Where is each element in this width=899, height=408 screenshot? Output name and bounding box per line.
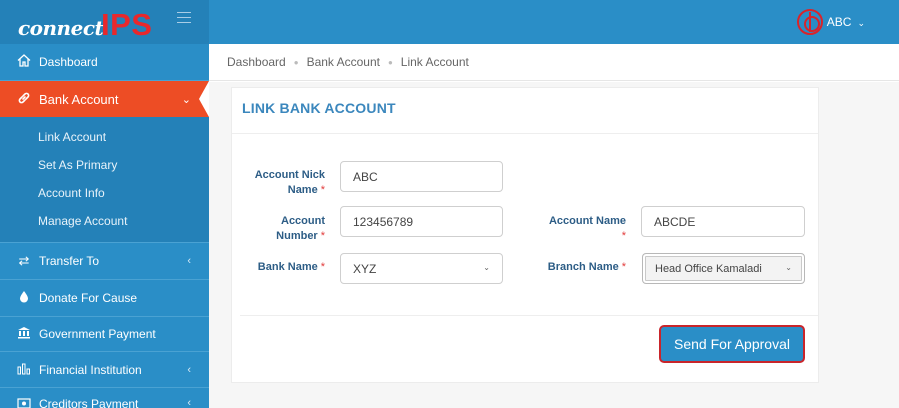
label-line: Branch Name xyxy=(547,261,619,273)
chevron-left-icon: ‹ xyxy=(187,364,191,376)
label-line: Name xyxy=(287,184,318,196)
drop-icon xyxy=(15,290,33,306)
user-menu[interactable]: ABC ⌄ xyxy=(796,9,865,35)
sidebar-item-transfer-to[interactable]: ⇄ Transfer To ‹ xyxy=(0,243,209,279)
label-line: Bank Name xyxy=(257,261,318,273)
submenu-item-link-account[interactable]: Link Account xyxy=(38,130,106,144)
submenu-item-set-as-primary[interactable]: Set As Primary xyxy=(38,158,117,172)
bar-chart-icon xyxy=(15,362,33,378)
bank-building-icon xyxy=(15,326,33,342)
brand-ips-text: IPS xyxy=(101,7,153,42)
input-value: ABC xyxy=(353,169,378,184)
active-indicator xyxy=(199,81,209,117)
account-number-input[interactable]: 123456789 xyxy=(340,206,503,237)
account-name-input[interactable]: ABCDE xyxy=(641,206,805,237)
chevron-left-icon: ‹ xyxy=(187,255,191,267)
breadcrumb-separator: ● xyxy=(293,57,299,67)
input-value: ABCDE xyxy=(654,214,696,229)
panel-footer-divider xyxy=(240,315,818,316)
chevron-down-icon: ⌄ xyxy=(483,263,490,272)
sidebar-item-government-payment[interactable]: Government Payment xyxy=(0,316,209,352)
sidebar-item-label: Donate For Cause xyxy=(39,291,138,305)
user-name: ABC xyxy=(826,15,852,29)
page-title: LINK BANK ACCOUNT xyxy=(242,100,396,116)
select-value: Head Office Kamaladi xyxy=(655,262,762,275)
required-mark: * xyxy=(320,230,325,242)
money-icon xyxy=(15,397,33,408)
chevron-down-icon: ⌄ xyxy=(181,93,191,106)
sidebar-item-label: Government Payment xyxy=(39,327,156,341)
required-mark: * xyxy=(320,261,325,273)
account-name-label: Account Name * xyxy=(540,214,626,244)
label-line: Account Nick xyxy=(254,169,325,181)
required-mark: * xyxy=(320,184,325,196)
home-icon xyxy=(15,54,33,70)
bank-name-label: Bank Name * xyxy=(240,260,325,275)
breadcrumb-dashboard[interactable]: Dashboard xyxy=(227,55,286,69)
menu-toggle-icon[interactable] xyxy=(177,12,191,24)
sidebar-item-bank-account[interactable]: Bank Account ⌄ xyxy=(0,81,209,117)
required-mark: * xyxy=(621,230,626,242)
chevron-down-icon: ⌄ xyxy=(857,17,865,28)
label-line: Number xyxy=(276,230,318,242)
bank-name-select[interactable]: XYZ ⌄ xyxy=(340,253,503,284)
sidebar-item-financial-institution[interactable]: Financial Institution ‹ xyxy=(0,352,209,388)
label-line: Account Name xyxy=(548,215,626,227)
sidebar-item-label: Transfer To xyxy=(39,254,100,268)
sidebar-item-dashboard[interactable]: Dashboard xyxy=(0,44,209,80)
send-for-approval-button[interactable]: Send For Approval xyxy=(659,325,805,363)
sidebar-item-label: Dashboard xyxy=(39,55,98,69)
sidebar-item-label: Creditors Payment xyxy=(39,397,139,408)
sidebar-item-donate-for-cause[interactable]: Donate For Cause xyxy=(0,280,209,316)
label-line: Account xyxy=(281,215,325,227)
breadcrumb-link-account: Link Account xyxy=(400,55,469,69)
brand-logo[interactable]: connect IPS xyxy=(0,0,209,44)
breadcrumb-bank-account[interactable]: Bank Account xyxy=(307,55,380,69)
panel-divider xyxy=(232,133,818,134)
chevron-left-icon: ‹ xyxy=(187,397,191,408)
required-mark: * xyxy=(621,261,626,273)
transfer-icon: ⇄ xyxy=(18,253,30,268)
branch-name-select[interactable]: Head Office Kamaladi ⌄ xyxy=(642,253,805,284)
brand-connect-text: connect xyxy=(18,16,104,40)
submenu-item-account-info[interactable]: Account Info xyxy=(38,186,105,200)
breadcrumb: Dashboard ● Bank Account ● Link Account xyxy=(209,44,899,81)
breadcrumb-separator: ● xyxy=(387,57,393,67)
input-value: 123456789 xyxy=(353,214,414,229)
submenu-item-manage-account[interactable]: Manage Account xyxy=(38,214,127,228)
account-nick-name-input[interactable]: ABC xyxy=(340,161,503,192)
chevron-down-icon: ⌄ xyxy=(785,263,792,272)
sidebar-item-creditors-payment[interactable]: Creditors Payment ‹ xyxy=(0,387,209,408)
select-value: XYZ xyxy=(353,261,377,276)
sidebar-item-label: Bank Account xyxy=(39,91,119,107)
account-number-label: Account Number * xyxy=(240,214,325,244)
sidebar-item-label: Financial Institution xyxy=(39,363,142,377)
branch-name-label: Branch Name * xyxy=(540,260,626,275)
user-avatar-icon xyxy=(796,9,823,35)
account-nick-name-label: Account Nick Name * xyxy=(240,168,325,198)
link-icon xyxy=(15,91,33,108)
